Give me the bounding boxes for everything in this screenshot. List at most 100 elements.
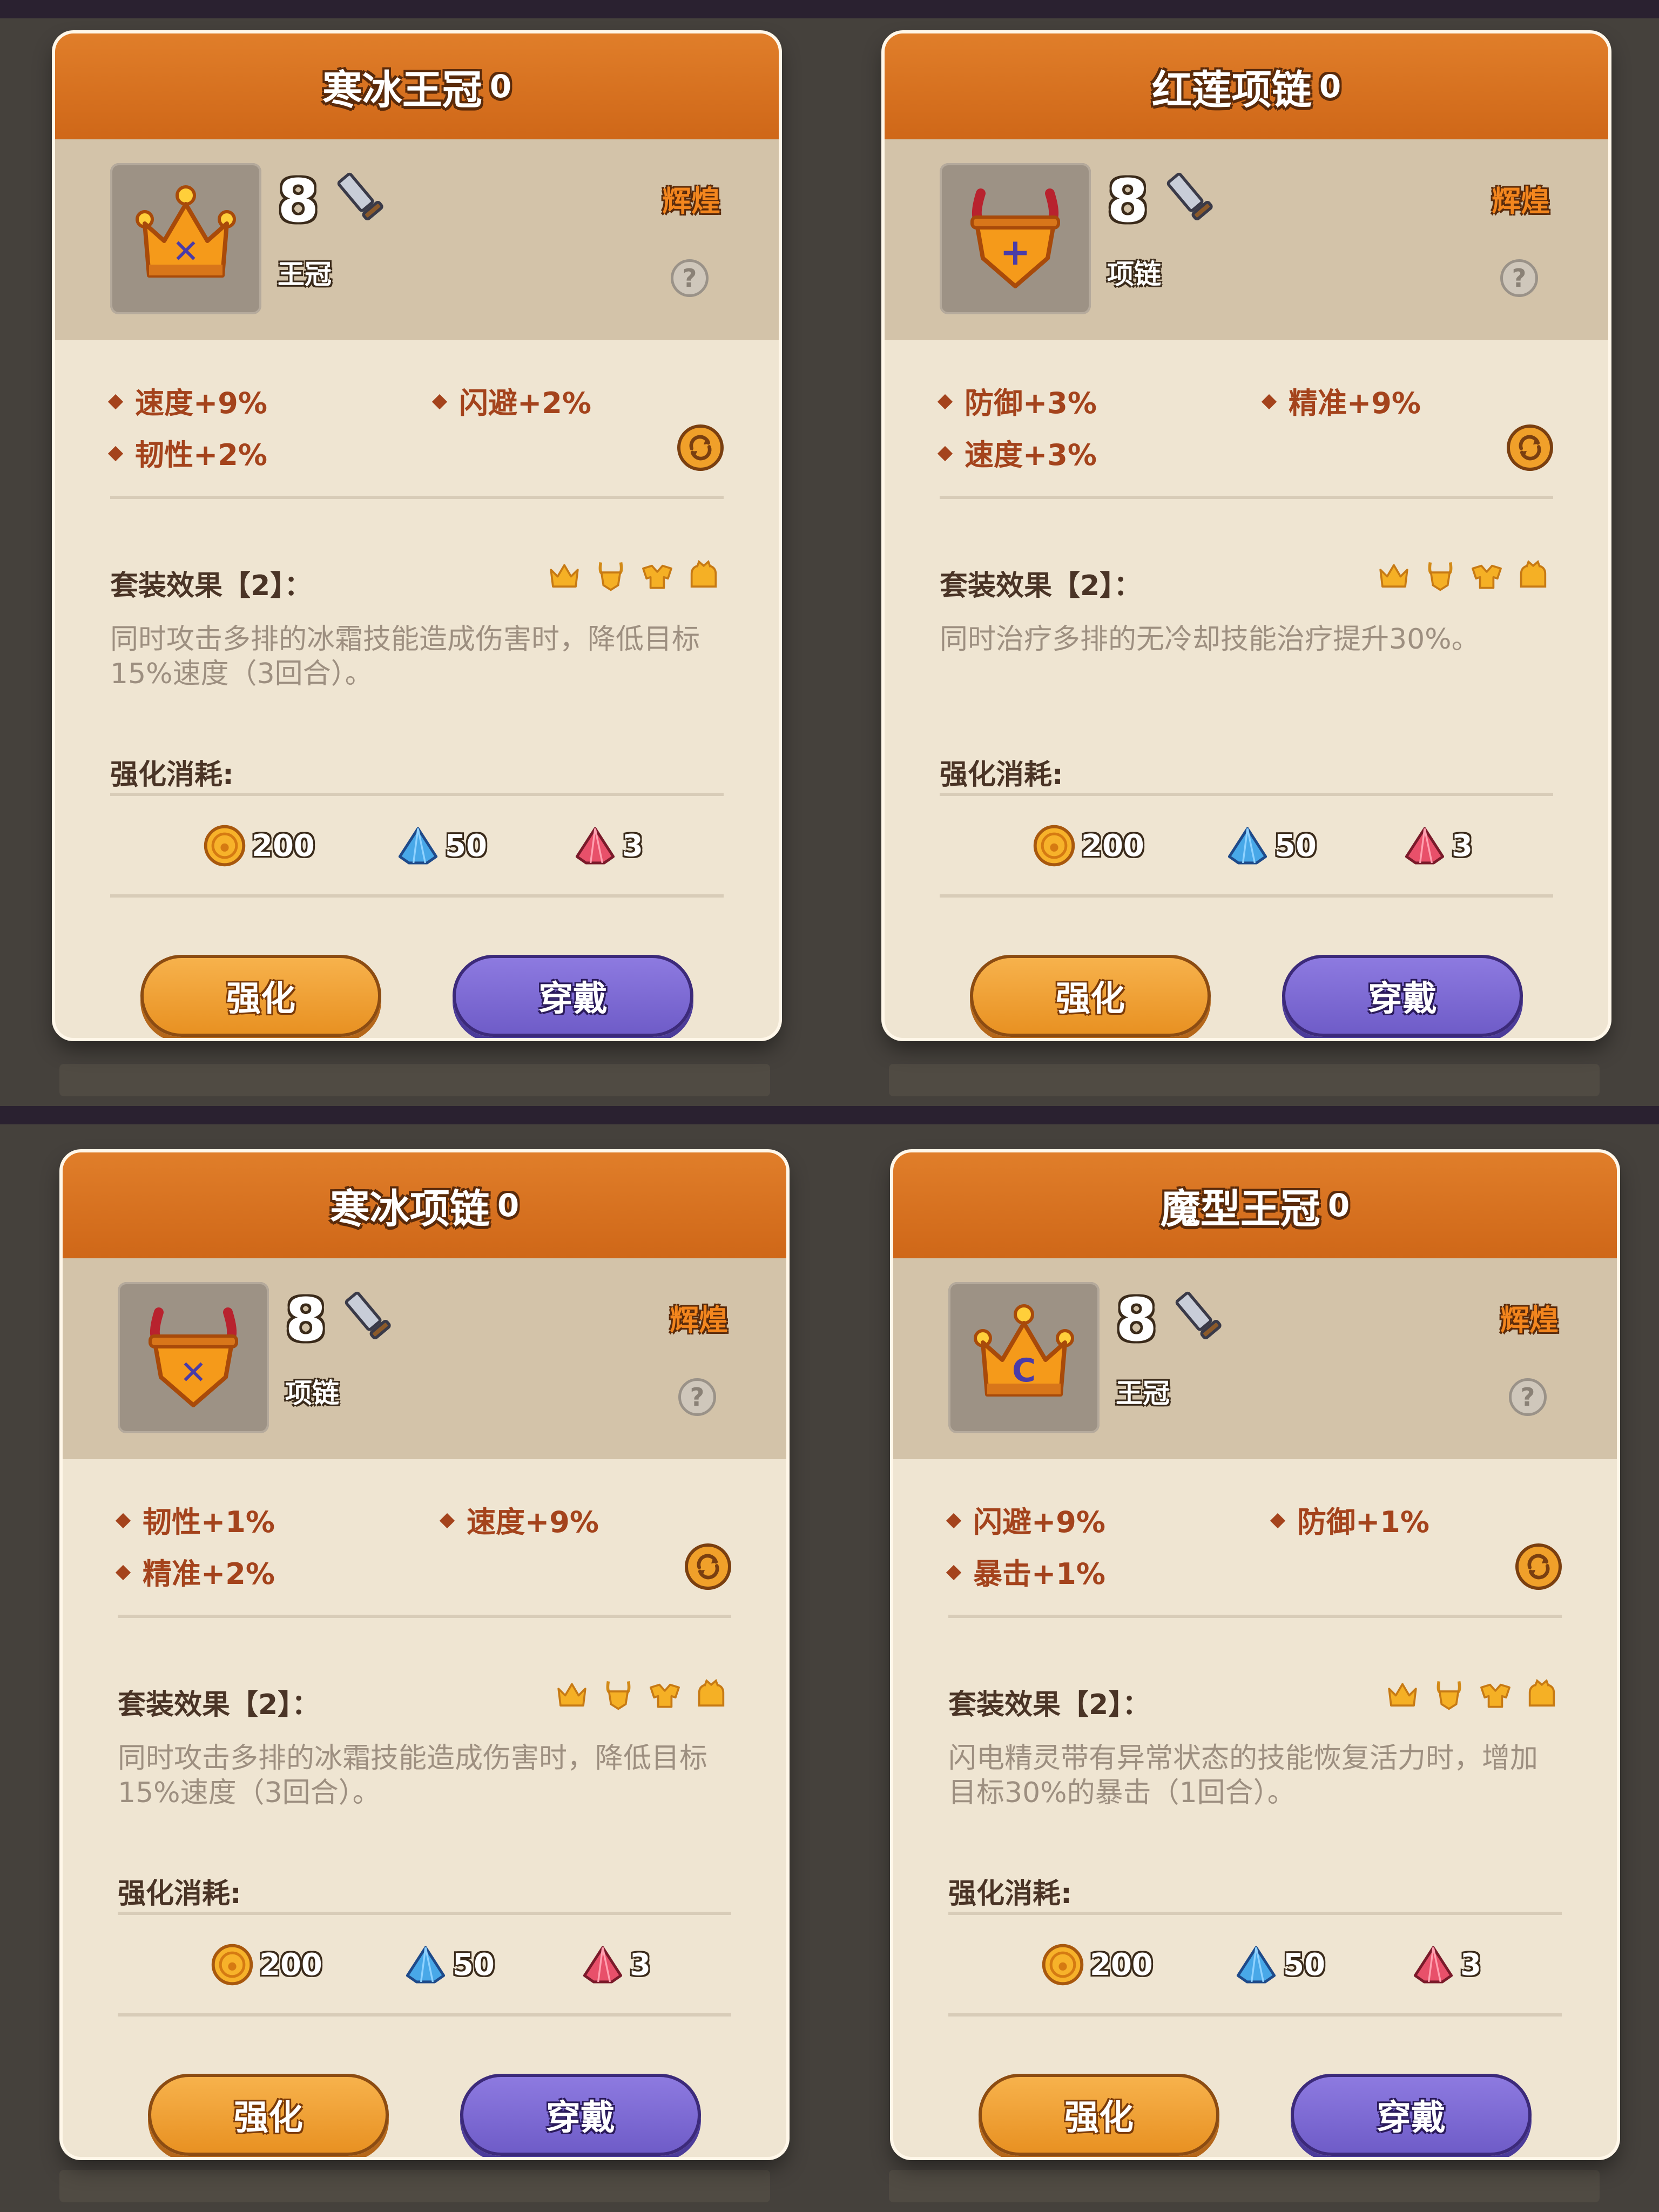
cost-gold: 200 — [1031, 823, 1144, 868]
panel-red-lotus-necklace: 红莲项链 0 + 8 项链 辉煌 ? 防御+3% 精准+9% 速度+3% 套装效… — [830, 0, 1659, 1106]
gold-coin-icon — [211, 1944, 253, 1986]
svg-text:C: C — [1012, 1352, 1036, 1390]
necklace-icon: + — [970, 188, 1060, 288]
reroll-icon[interactable] — [685, 1543, 731, 1590]
blue-crystal-icon — [1228, 827, 1267, 865]
cost-gold: 200 — [210, 1942, 322, 1987]
background-inventory — [889, 2170, 1600, 2202]
item-title: 寒冰项链 — [329, 1185, 490, 1232]
red-crystal-icon — [575, 827, 615, 865]
upgrade-button[interactable]: 强化 — [970, 955, 1211, 1037]
card-header: 寒冰王冠 0 — [55, 33, 779, 139]
upgrade-button[interactable]: 强化 — [148, 2074, 389, 2156]
equipment-card: 红莲项链 0 + 8 项链 辉煌 ? 防御+3% 精准+9% 速度+3% 套装效… — [885, 33, 1608, 1038]
red-crystal-icon — [1413, 1946, 1453, 1984]
upgrade-cost-title: 强化消耗: — [948, 1878, 1072, 1910]
set-armor-icon — [1479, 1677, 1512, 1711]
upgrade-button[interactable]: 强化 — [140, 955, 381, 1037]
upgrade-button[interactable]: 强化 — [979, 2074, 1219, 2156]
reroll-icon[interactable] — [677, 424, 724, 471]
item-title: 魔型王冠 — [1160, 1185, 1320, 1232]
divider — [118, 1912, 731, 1915]
set-crown-icon — [1386, 1677, 1419, 1711]
help-icon[interactable]: ? — [1500, 259, 1538, 297]
upgrade-cost-title: 强化消耗: — [118, 1878, 241, 1910]
item-title: 寒冰王冠 — [322, 66, 482, 113]
background-inventory — [889, 1064, 1600, 1096]
set-armor-icon — [1470, 558, 1503, 592]
red-crystal-icon — [583, 1946, 623, 1984]
set-effect-description: 同时治疗多排的无冷却技能治疗提升30%。 — [940, 623, 1480, 656]
equip-button[interactable]: 穿戴 — [1282, 955, 1523, 1037]
enhance-level: 0 — [1327, 1187, 1350, 1224]
item-info: + 8 项链 辉煌 ? — [885, 139, 1608, 340]
cost-red-crystal: 3 — [572, 823, 643, 868]
set-helmet-icon — [1516, 558, 1550, 592]
enhance-level: 0 — [1319, 68, 1341, 105]
reroll-icon[interactable] — [1515, 1543, 1562, 1590]
equip-button[interactable]: 穿戴 — [453, 955, 693, 1037]
divider — [948, 1615, 1562, 1618]
item-type: 项链 — [285, 1378, 339, 1409]
divider — [118, 1615, 731, 1618]
background-inventory — [59, 1064, 770, 1096]
set-helmet-icon — [694, 1677, 728, 1711]
cost-row: 200 50 3 — [63, 1942, 786, 1996]
gold-coin-icon — [204, 825, 246, 867]
frost-emblem-icon: ✕ — [172, 233, 199, 271]
bullet-icon — [937, 394, 953, 410]
bullet-icon — [1261, 394, 1277, 410]
cost-blue-crystal: 50 — [395, 823, 487, 868]
divider — [118, 2013, 731, 2017]
item-title: 红莲项链 — [1151, 66, 1312, 113]
blue-crystal-icon — [1236, 1946, 1276, 1984]
help-icon[interactable]: ? — [671, 259, 709, 297]
equipment-card: 寒冰王冠 0 ✕ 8 王冠 辉煌 ? 速度+9% 闪避+2% 韧性+2% 套装效… — [55, 33, 779, 1038]
blue-crystal-icon — [406, 1946, 446, 1984]
equip-button[interactable]: 穿戴 — [1291, 2074, 1532, 2156]
divider — [948, 2013, 1562, 2017]
card-header: 寒冰项链 0 — [63, 1152, 786, 1258]
set-pieces — [548, 558, 720, 592]
cost-blue-crystal: 50 — [403, 1942, 495, 1987]
bullet-icon — [946, 1513, 962, 1529]
sword-icon — [1175, 1291, 1222, 1340]
item-icon-frame: ✕ — [118, 1282, 269, 1433]
reroll-icon[interactable] — [1507, 424, 1553, 471]
stat-2: 速度+9% — [439, 1498, 599, 1541]
stat-3: 韧性+2% — [107, 431, 267, 474]
stat-1: 闪避+9% — [946, 1498, 1105, 1541]
upgrade-cost-title: 强化消耗: — [940, 759, 1063, 791]
set-helmet-icon — [1525, 1677, 1559, 1711]
bullet-icon — [115, 1513, 131, 1529]
top-band — [0, 1106, 830, 1124]
bullet-icon — [431, 394, 448, 410]
item-info: C 8 王冠 辉煌 ? — [893, 1258, 1617, 1459]
cost-row: 200 50 3 — [55, 823, 779, 877]
cost-red-crystal: 3 — [1411, 1942, 1481, 1987]
cost-blue-crystal: 50 — [1233, 1942, 1325, 1987]
help-icon[interactable]: ? — [678, 1378, 716, 1416]
stat-1: 速度+9% — [107, 379, 267, 422]
item-icon-frame: + — [940, 163, 1091, 314]
item-level: 8 — [278, 166, 319, 235]
equip-button[interactable]: 穿戴 — [460, 2074, 701, 2156]
background-inventory — [59, 2170, 770, 2202]
help-icon[interactable]: ? — [1509, 1378, 1547, 1416]
stat-3: 暴击+1% — [946, 1550, 1105, 1593]
bullet-icon — [107, 446, 124, 462]
panel-frost-necklace: 寒冰项链 0 ✕ 8 项链 辉煌 ? 韧性+1% 速度+9% 精准+2% 套装效… — [0, 1106, 830, 2212]
divider — [110, 496, 724, 499]
set-pieces — [1386, 1677, 1559, 1711]
set-effect-title: 套装效果【2】： — [118, 1689, 320, 1721]
cost-blue-crystal: 50 — [1225, 823, 1317, 868]
top-band — [0, 0, 830, 18]
crown-icon: C — [974, 1304, 1074, 1397]
bullet-icon — [439, 1513, 455, 1529]
cost-red-crystal: 3 — [580, 1942, 651, 1987]
red-crystal-icon — [1405, 827, 1445, 865]
set-pieces — [555, 1677, 728, 1711]
divider — [948, 1912, 1562, 1915]
divider — [110, 894, 724, 898]
divider — [940, 894, 1553, 898]
